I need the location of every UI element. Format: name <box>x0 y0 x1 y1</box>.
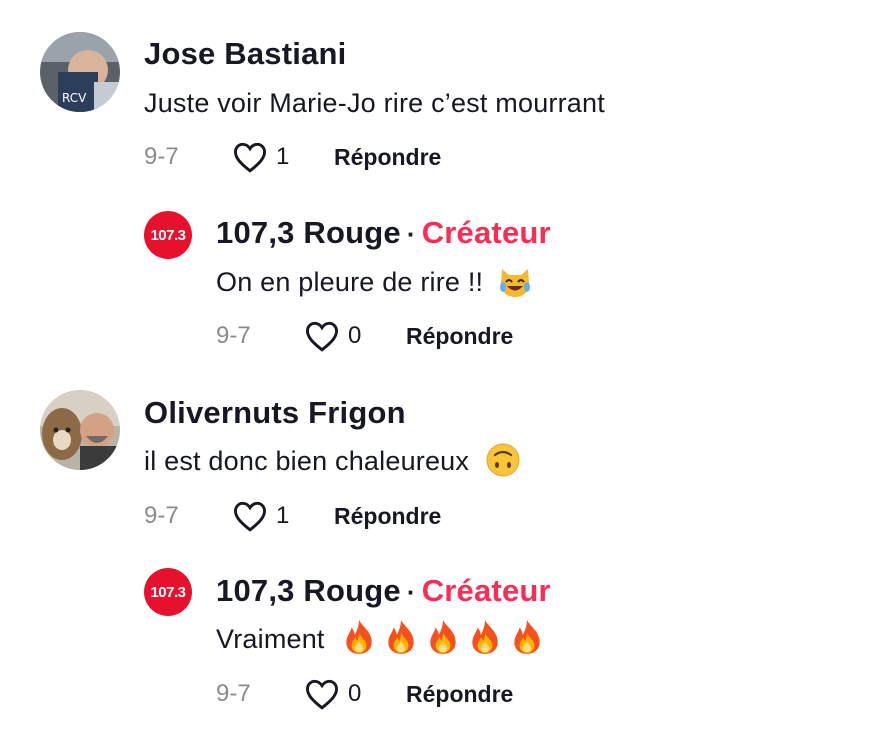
reply-button[interactable]: Répondre <box>406 681 513 708</box>
reply-button[interactable]: Répondre <box>334 144 441 171</box>
reply-meta: 9-7 0 Répondre <box>216 674 513 714</box>
reply-text: On en pleure de rire !! <box>216 267 484 297</box>
like-count: 1 <box>276 502 290 529</box>
creator-badge: Créateur <box>421 215 551 250</box>
comment-date: 9-7 <box>144 502 179 529</box>
heart-icon <box>233 501 267 532</box>
reply-meta: 9-7 0 Répondre <box>216 316 513 356</box>
svg-text:RCV: RCV <box>62 91 87 105</box>
separator-dot: · <box>406 219 416 249</box>
like-button[interactable]: 1 <box>232 500 334 532</box>
fire-icon <box>472 619 499 654</box>
reply-text: Vraiment <box>216 624 325 654</box>
reply-date: 9-7 <box>216 680 251 707</box>
rouge-logo-icon: 107.3 <box>144 211 192 259</box>
reply-username[interactable]: 107,3 Rouge <box>216 573 401 608</box>
heart-icon <box>233 142 267 173</box>
like-button[interactable]: 0 <box>304 320 406 352</box>
user-photo-icon <box>40 390 120 470</box>
creator-badge: Créateur <box>421 573 551 608</box>
fire-icon <box>514 619 541 654</box>
comment-text: Juste voir Marie-Jo rire c’est mourrant <box>144 88 605 118</box>
comment-meta: 9-7 1 Répondre <box>144 137 441 177</box>
fire-icon <box>388 619 415 654</box>
reply-text-line: Vraiment <box>216 619 550 656</box>
comment-username[interactable]: Jose Bastiani <box>144 36 346 72</box>
like-count: 1 <box>276 143 290 170</box>
avatar-107-3-rouge[interactable]: 107.3 <box>144 211 192 259</box>
reply-username[interactable]: 107,3 Rouge <box>216 215 401 250</box>
reply-button[interactable]: Répondre <box>406 323 513 350</box>
reply-button[interactable]: Répondre <box>334 503 441 530</box>
like-count: 0 <box>348 322 362 349</box>
like-button[interactable]: 1 <box>232 141 334 173</box>
fire-emoji-row <box>340 619 550 654</box>
reply-text-line: On en pleure de rire !! <box>216 267 533 299</box>
comment-username[interactable]: Olivernuts Frigon <box>144 395 406 431</box>
avatar-olivernuts-frigon[interactable] <box>40 390 120 470</box>
like-count: 0 <box>348 680 362 707</box>
reply-date: 9-7 <box>216 322 251 349</box>
heart-icon <box>305 321 339 352</box>
rouge-logo-icon: 107.3 <box>144 568 192 616</box>
heart-icon <box>305 679 339 710</box>
user-photo-icon: RCV <box>40 32 120 112</box>
avatar-107-3-rouge[interactable]: 107.3 <box>144 568 192 616</box>
reply-username-line: 107,3 Rouge · Créateur <box>216 215 551 251</box>
comment-date: 9-7 <box>144 143 179 170</box>
like-button[interactable]: 0 <box>304 678 406 710</box>
upside-down-face-icon <box>486 443 520 477</box>
reply-username-line: 107,3 Rouge · Créateur <box>216 573 551 609</box>
comment-text-line: il est donc bien chaleureux <box>144 443 521 478</box>
fire-icon <box>430 619 457 654</box>
separator-dot: · <box>406 577 416 607</box>
comment-text: il est donc bien chaleureux <box>144 446 470 476</box>
comment-meta: 9-7 1 Répondre <box>144 496 441 536</box>
fire-icon <box>346 619 373 654</box>
avatar-jose-bastiani[interactable]: RCV <box>40 32 120 112</box>
cat-tears-of-joy-icon <box>499 268 530 297</box>
